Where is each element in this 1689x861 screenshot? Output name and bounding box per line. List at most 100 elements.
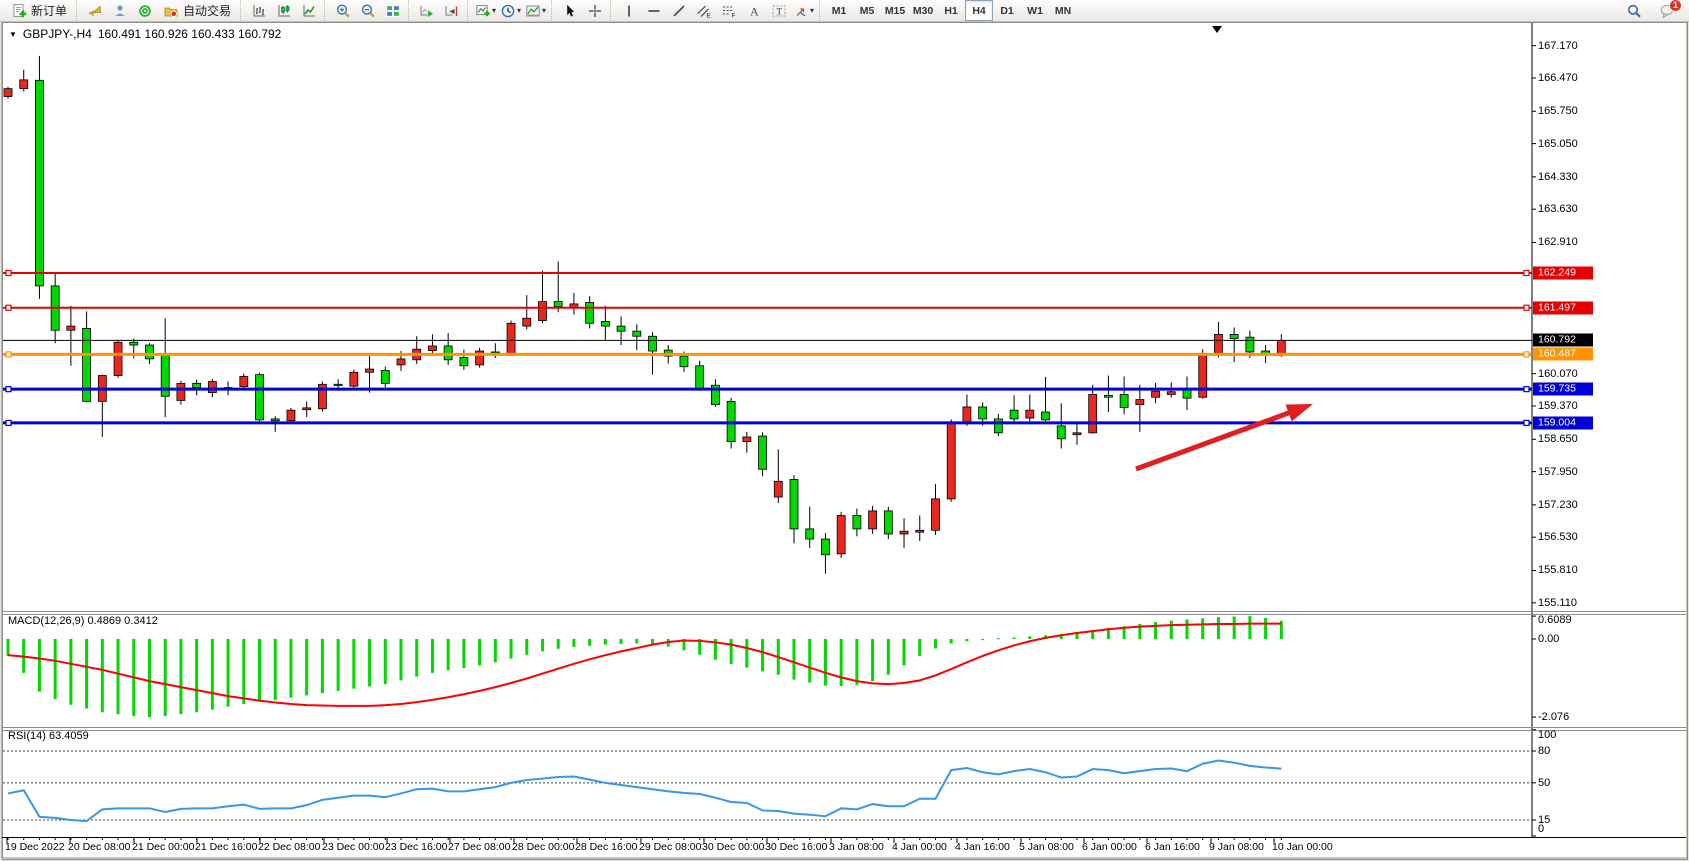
channel-icon: E <box>696 3 712 19</box>
annotation-arrow[interactable] <box>1136 404 1313 469</box>
toolbar-button-crosshair-tool[interactable] <box>582 0 607 21</box>
candle <box>696 361 704 391</box>
crosshair-icon <box>587 3 603 19</box>
candle <box>303 401 311 417</box>
candle <box>586 296 594 328</box>
toolbar-button-candle-chart-mode[interactable] <box>271 0 296 21</box>
toolbar-button-tile-windows[interactable] <box>380 0 405 21</box>
candle <box>1042 377 1050 422</box>
toolbar-button-bar-chart-mode[interactable] <box>246 0 271 21</box>
toolbar-button-signals[interactable] <box>132 0 157 21</box>
toolbar-button-auto-scroll[interactable] <box>414 0 439 21</box>
candle <box>711 379 719 407</box>
toolbar-button-text-label-tool[interactable]: T <box>766 0 791 21</box>
rsi-line <box>8 761 1281 822</box>
toolbar-button-trendline-tool[interactable] <box>666 0 691 21</box>
textA-icon: A <box>746 3 762 19</box>
candle <box>759 432 767 476</box>
hline-handle[interactable] <box>1524 305 1529 310</box>
hline-object-159.004[interactable] <box>3 420 1532 425</box>
template-icon <box>525 3 541 19</box>
toolbar-button-chat[interactable]: 1 <box>1654 0 1679 21</box>
toolbar-button-text-tool[interactable]: A <box>741 0 766 21</box>
candle <box>20 70 28 92</box>
candle <box>806 507 814 548</box>
zoom-out-icon <box>360 3 376 19</box>
toolbar-button-community[interactable] <box>107 0 132 21</box>
toolbar-button-new-order[interactable]: 新订单 <box>5 0 73 21</box>
toolbar-group <box>324 0 408 21</box>
candle <box>853 509 861 537</box>
chart-shift-marker-icon[interactable] <box>1212 26 1222 33</box>
candle <box>1199 349 1207 398</box>
toolbar-button-periods[interactable]: ▾ <box>498 0 523 21</box>
toolbar-button-fibonacci-tool[interactable]: F <box>716 0 741 21</box>
radar-icon <box>137 3 153 19</box>
toolbar-button-arrows-tool[interactable]: ▾ <box>791 0 816 21</box>
candle <box>1057 403 1065 448</box>
hline-object-161.497[interactable] <box>3 305 1532 310</box>
candle <box>1230 327 1238 362</box>
candle <box>460 350 468 370</box>
timeframe-button-M1[interactable]: M1 <box>825 0 853 21</box>
hline-handle[interactable] <box>1524 271 1529 276</box>
dropdown-caret-icon: ▾ <box>542 6 546 15</box>
hline-object-162.249[interactable] <box>3 271 1532 276</box>
toolbar-button-templates[interactable]: ▾ <box>523 0 548 21</box>
timeframe-button-M15[interactable]: M15 <box>881 0 909 21</box>
chart-canvas <box>0 0 1689 861</box>
zoom-in-icon <box>335 3 351 19</box>
candle <box>507 321 515 356</box>
hline-handle[interactable] <box>1524 420 1529 425</box>
hline-handle[interactable] <box>6 387 11 392</box>
timeframe-button-MN[interactable]: MN <box>1049 0 1077 21</box>
candle <box>963 394 971 425</box>
toolbar-group <box>551 0 610 21</box>
toolbar-button-equidistant-channel-tool[interactable]: E <box>691 0 716 21</box>
toolbar-button-new-chart[interactable]: ▾ <box>473 0 498 21</box>
candle <box>774 449 782 503</box>
timeframe-button-W1[interactable]: W1 <box>1021 0 1049 21</box>
svg-text:A: A <box>750 4 759 18</box>
hline-handle[interactable] <box>6 352 11 357</box>
toolbar-button-horizontal-line-tool[interactable] <box>641 0 666 21</box>
toolbar-group: ▾▾▾ <box>467 0 551 21</box>
candle <box>790 475 798 543</box>
hline-handle[interactable] <box>6 420 11 425</box>
toolbar-button-vertical-line-tool[interactable] <box>616 0 641 21</box>
toolbar-button-metaquotes[interactable] <box>82 0 107 21</box>
toolbar-button-zoom-in[interactable] <box>330 0 355 21</box>
timeframe-button-D1[interactable]: D1 <box>993 0 1021 21</box>
toolbar-button-autotrading[interactable]: 自动交易 <box>157 0 237 21</box>
pane-splitter-macd-rsi[interactable] <box>2 728 1686 731</box>
new-order-icon <box>11 3 27 19</box>
symbol-dropdown-icon[interactable]: ▼ <box>9 30 17 39</box>
chart-symbol-period: GBPJPY-,H4 <box>23 27 92 41</box>
tline-icon <box>671 3 687 19</box>
timeframe-button-M30[interactable]: M30 <box>909 0 937 21</box>
candle <box>256 373 264 423</box>
candle <box>900 518 908 548</box>
hline-handle[interactable] <box>1524 387 1529 392</box>
toolbar-button-chart-shift[interactable] <box>439 0 464 21</box>
timeframe-button-M5[interactable]: M5 <box>853 0 881 21</box>
candle <box>1214 322 1222 358</box>
candle <box>67 306 75 366</box>
toolbar-button-line-chart-mode[interactable] <box>296 0 321 21</box>
toolbar-button-search[interactable] <box>1621 0 1646 21</box>
timeframe-button-H1[interactable]: H1 <box>937 0 965 21</box>
candle <box>287 408 295 424</box>
hline-handle[interactable] <box>6 271 11 276</box>
candle <box>4 87 12 99</box>
toolbar-button-cursor-tool[interactable] <box>557 0 582 21</box>
candle <box>161 318 169 417</box>
timeframe-group: M1M5M15M30H1H4D1W1MN <box>819 0 1080 21</box>
timeframe-button-H4[interactable]: H4 <box>965 0 993 21</box>
candle <box>821 533 829 574</box>
pane-splitter-main-macd[interactable] <box>2 612 1686 615</box>
axis-ticks <box>7 46 1536 843</box>
hline-object-160.487[interactable] <box>3 352 1532 357</box>
toolbar-button-zoom-out[interactable] <box>355 0 380 21</box>
hline-handle[interactable] <box>1524 352 1529 357</box>
hline-handle[interactable] <box>6 305 11 310</box>
